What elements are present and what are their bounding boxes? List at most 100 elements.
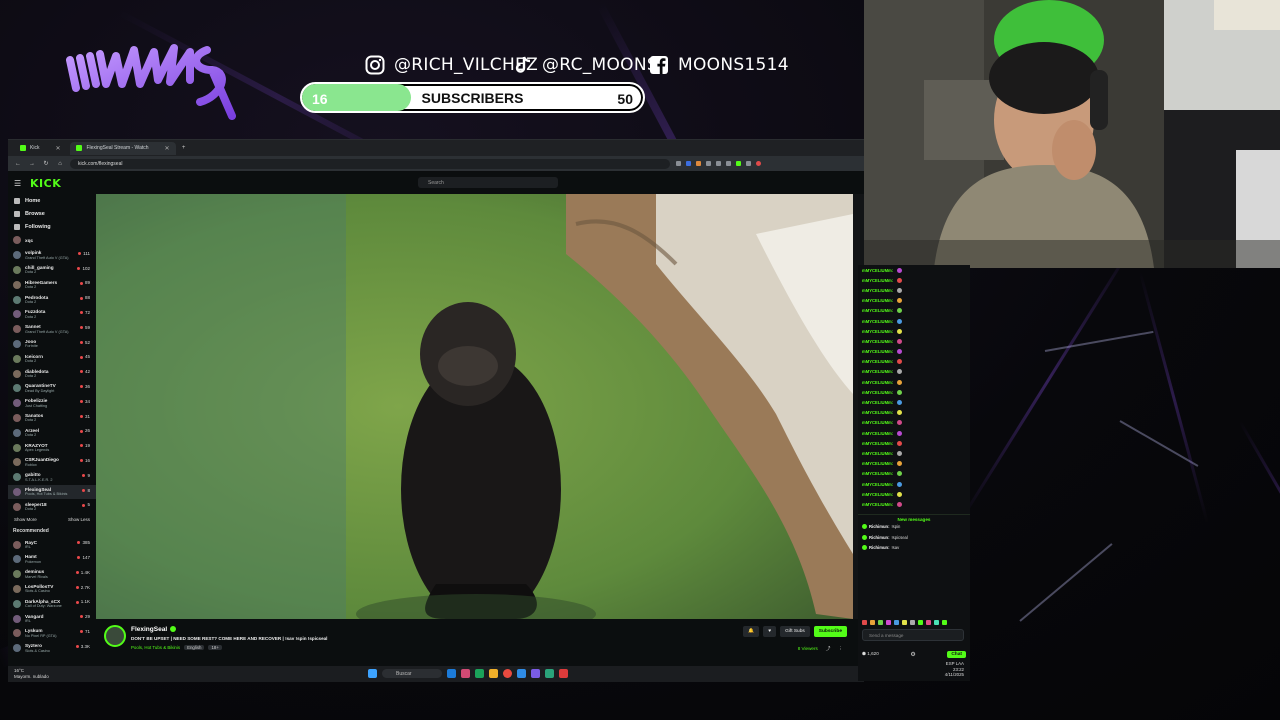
sidebar-channel[interactable]: sleeper18 Dota 25 [8, 499, 96, 514]
chat-username[interactable]: mMYCELIUMm: [862, 288, 893, 293]
chat-message[interactable]: mMYCELIUMm: [858, 326, 970, 336]
chat-username[interactable]: mMYCELIUMm: [862, 298, 893, 303]
chat-username[interactable]: mMYCELIUMm: [862, 451, 893, 456]
extension-icon[interactable] [726, 161, 731, 166]
stream-category[interactable]: Pools, Hot Tubs & Bikinis [131, 645, 180, 650]
browser-tab-kick[interactable]: Kick ✕ [14, 142, 66, 155]
chat-message[interactable]: mMYCELIUMm: [858, 397, 970, 407]
chat-username[interactable]: mMYCELIUMm: [862, 400, 893, 405]
chat-message[interactable]: mMYCELIUMm: [858, 347, 970, 357]
sidebar-channel[interactable]: Fuzzdota Dota 2 72 [8, 307, 96, 322]
chat-username[interactable]: mMYCELIUMm: [862, 268, 893, 273]
home-icon[interactable]: ⌂ [56, 161, 64, 167]
taskbar-app-icon[interactable] [475, 669, 484, 678]
subscribe-button[interactable]: Subscribe [813, 626, 847, 637]
chat-message[interactable]: mMYCELIUMm: [858, 489, 970, 499]
chat-message[interactable]: mMYCELIUMm: [858, 418, 970, 428]
sidebar-channel[interactable]: CSRJuanDiego Roblox 16 [8, 455, 96, 470]
sidebar-channel[interactable]: deminus Marvel Rivals 1.4K [8, 567, 96, 582]
chat-message[interactable]: mMYCELIUMm: [858, 296, 970, 306]
chat-message[interactable]: mMYCELIUMm: [858, 438, 970, 448]
sidebar-channel[interactable]: LosPollosTV Slots & Casino 2.7K [8, 582, 96, 597]
chat-username[interactable]: mMYCELIUMm: [862, 359, 893, 364]
nav-browse[interactable]: Browse [8, 207, 96, 220]
sidebar-channel[interactable]: Vangard IRL 29 [8, 611, 96, 626]
reload-icon[interactable]: ↻ [42, 160, 50, 167]
chat-message[interactable]: mMYCELIUMm: [858, 448, 970, 458]
extension-icon[interactable] [676, 161, 681, 166]
chat-username[interactable]: mMYCELIUMm: [862, 349, 893, 354]
sidebar-channel[interactable]: Iceicorn Dota 2 45 [8, 351, 96, 366]
chat-username[interactable]: Richimun: [869, 535, 889, 540]
taskbar-app-icon[interactable] [531, 669, 540, 678]
browser-tab-flexingseal[interactable]: FlexingSeal Stream - Watch ✕ [70, 141, 176, 155]
video-player[interactable] [96, 194, 853, 619]
chat-username[interactable]: mMYCELIUMm: [862, 308, 893, 313]
sidebar-channel[interactable]: volpink Grand Theft Auto V (GTA) 111 [8, 248, 96, 263]
chat-message[interactable]: mMYCELIUMm: [858, 367, 970, 377]
extension-icon[interactable] [736, 161, 741, 166]
streamer-name[interactable]: FlexingSeal [131, 626, 177, 633]
extension-icon[interactable] [746, 161, 751, 166]
extension-icon[interactable] [696, 161, 701, 166]
windows-start-icon[interactable] [368, 669, 377, 678]
channel-points[interactable]: ⬢ 1,620 [862, 651, 879, 657]
chat-message[interactable]: mMYCELIUMm: [858, 316, 970, 326]
sidebar-channel[interactable]: FlexingSeal Pools, Hot Tubs & Bikinis 8 [8, 484, 96, 500]
emote-icon[interactable] [878, 620, 883, 625]
sidebar-channel[interactable]: xqc [8, 233, 96, 248]
chat-message[interactable]: mMYCELIUMm: [858, 428, 970, 438]
emote-icon[interactable] [902, 620, 907, 625]
chat-message[interactable]: mMYCELIUMm: [858, 377, 970, 387]
taskbar-app-icon[interactable] [489, 669, 498, 678]
emote-icon[interactable] [934, 620, 939, 625]
chat-message[interactable]: mMYCELIUMm: [858, 459, 970, 469]
chat-username[interactable]: mMYCELIUMm: [862, 441, 893, 446]
close-icon[interactable]: ✕ [165, 145, 170, 152]
extension-icon[interactable] [706, 161, 711, 166]
profile-icon[interactable] [756, 161, 761, 166]
chat-username[interactable]: mMYCELIUMm: [862, 339, 893, 344]
sidebar-channel[interactable]: gabitto S.T.A.L.K.E.R. 29 [8, 470, 96, 485]
emote-icon[interactable] [870, 620, 875, 625]
nav-home[interactable]: Home [8, 194, 96, 207]
chat-username[interactable]: mMYCELIUMm: [862, 502, 893, 507]
sidebar-channel[interactable]: chill_gaming Dota 2 102 [8, 263, 96, 278]
new-messages-divider[interactable]: New messages [858, 513, 970, 522]
taskbar-app-icon[interactable] [461, 669, 470, 678]
chat-username[interactable]: Richimun: [869, 545, 889, 550]
chat-username[interactable]: mMYCELIUMm: [862, 329, 893, 334]
sidebar-channel[interactable]: Arzeel Dota 2 26 [8, 425, 96, 440]
search-input[interactable]: Search [418, 177, 558, 188]
chat-message[interactable]: mMYCELIUMm: [858, 285, 970, 295]
chat-username[interactable]: mMYCELIUMm: [862, 461, 893, 466]
sidebar-channel[interactable]: KRAZYOT Apex Legends 19 [8, 440, 96, 455]
chat-username[interactable]: mMYCELIUMm: [862, 492, 893, 497]
notification-bell-button[interactable]: 🔔 [743, 626, 760, 637]
sidebar-channel[interactable]: HibreeGamers Dota 2 89 [8, 277, 96, 292]
sidebar-channel[interactable]: Sannet Grand Theft Auto V (GTA) 59 [8, 322, 96, 337]
gift-subs-button[interactable]: Gift Subs [780, 626, 810, 637]
chat-message[interactable]: mMYCELIUMm: [858, 479, 970, 489]
stream-tag[interactable]: English [184, 645, 205, 650]
sidebar-channel[interactable]: Syztero Slots & Casino 3.3K [8, 641, 96, 656]
streamer-avatar[interactable] [104, 625, 126, 647]
forward-icon[interactable]: → [28, 161, 36, 167]
sidebar-channel[interactable]: Fobelizzie Just Chatting 34 [8, 396, 96, 411]
show-more-link[interactable]: Show More [14, 517, 37, 522]
taskbar-app-icon[interactable] [447, 669, 456, 678]
extension-icon[interactable] [716, 161, 721, 166]
emote-icon[interactable] [886, 620, 891, 625]
taskbar-app-icon[interactable] [559, 669, 568, 678]
taskbar-search[interactable]: Buscar [382, 669, 442, 678]
emote-icon[interactable] [862, 620, 867, 625]
weather-widget[interactable]: 16°C Mayorm. nublado [14, 668, 49, 679]
sidebar-channel[interactable]: QuarantineTV Dead By Daylight 36 [8, 381, 96, 396]
chat-message[interactable]: mMYCELIUMm: [858, 499, 970, 509]
chat-message[interactable]: mMYCELIUMm: [858, 469, 970, 479]
more-options-icon[interactable]: ⋮ [838, 646, 843, 652]
taskbar-app-icon[interactable] [545, 669, 554, 678]
emote-icon[interactable] [918, 620, 923, 625]
chat-username[interactable]: mMYCELIUMm: [862, 380, 893, 385]
chat-username[interactable]: mMYCELIUMm: [862, 471, 893, 476]
